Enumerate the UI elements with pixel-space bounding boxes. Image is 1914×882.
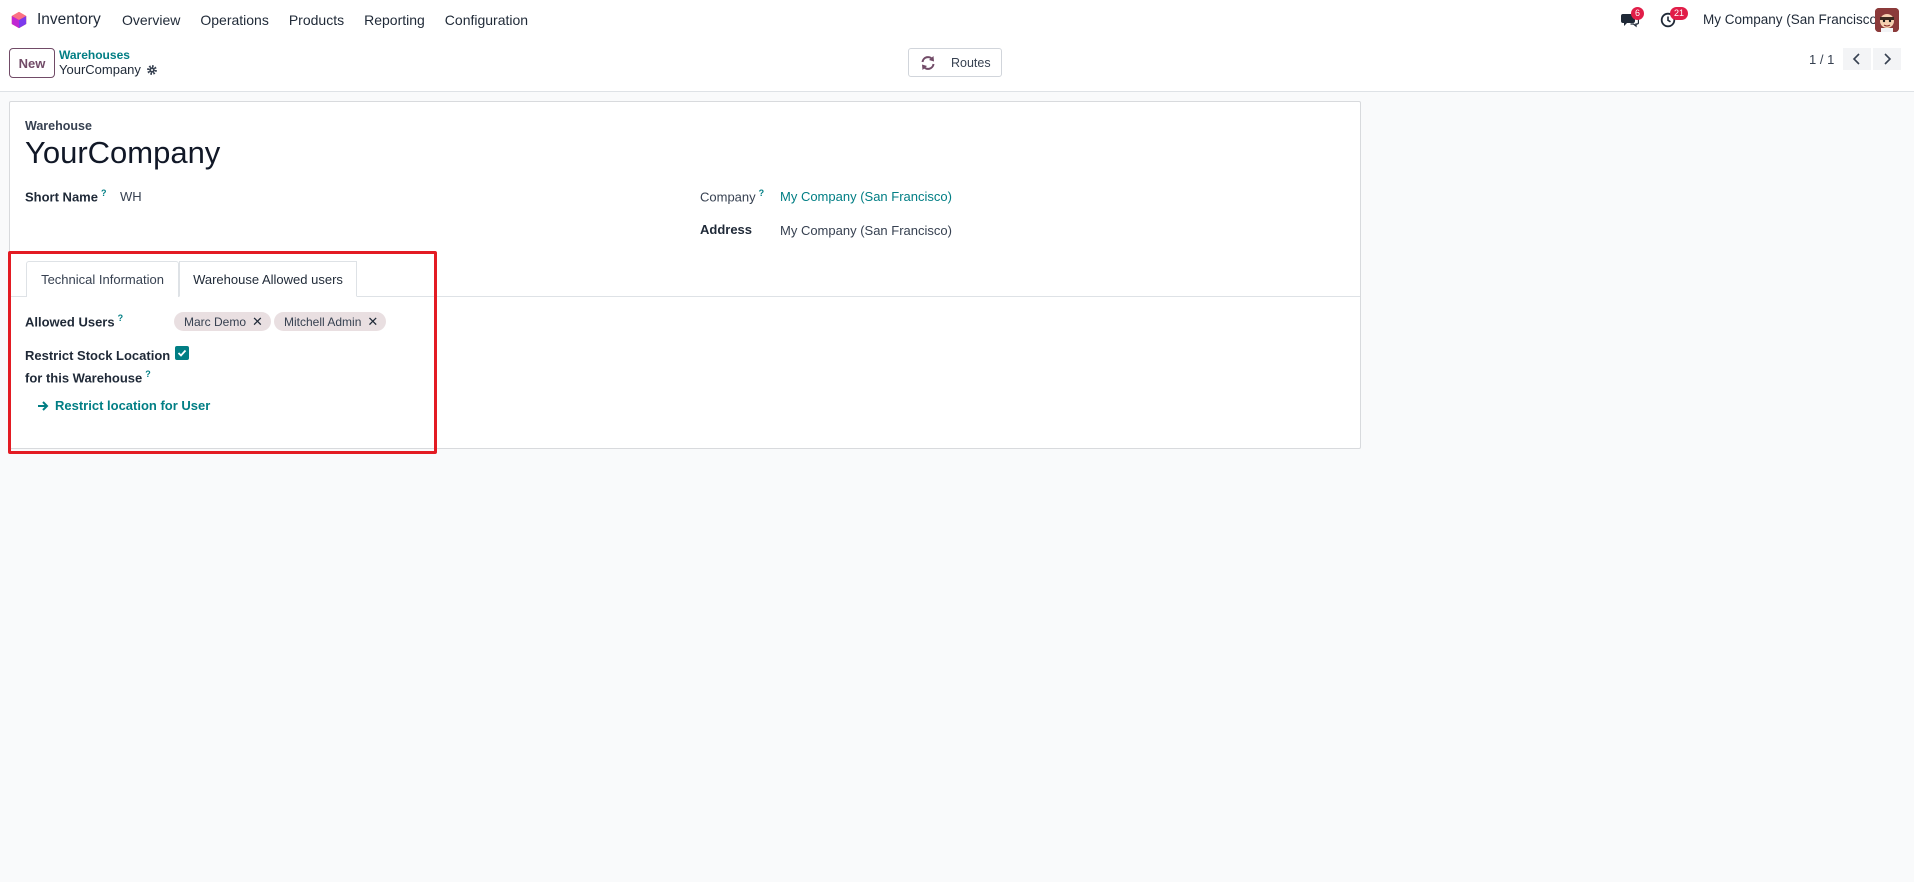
checkmark-icon	[177, 349, 187, 357]
activities-button[interactable]: 21	[1660, 7, 1689, 28]
avatar-face-icon	[1875, 8, 1899, 32]
address-label: Address	[700, 222, 753, 237]
restrict-label-line2: for this Warehouse	[25, 370, 143, 386]
help-icon[interactable]: ?	[101, 188, 107, 198]
menu-overview[interactable]: Overview	[122, 12, 180, 28]
top-navbar: Inventory Overview Operations Products R…	[0, 0, 1914, 39]
breadcrumb-warehouses[interactable]: Warehouses	[59, 48, 130, 62]
pager-previous-button[interactable]	[1843, 48, 1871, 70]
tag-label: Marc Demo	[184, 314, 247, 329]
tag-label: Mitchell Admin	[284, 314, 362, 329]
close-icon[interactable]: ✕	[252, 314, 263, 330]
help-icon[interactable]: ?	[118, 313, 124, 323]
restrict-stock-location-label: Restrict Stock Location for this Warehou…	[25, 346, 170, 387]
inventory-app-icon[interactable]	[10, 11, 28, 29]
activities-badge: 21	[1670, 7, 1689, 20]
menu-reporting[interactable]: Reporting	[364, 12, 425, 28]
short-name-label: Short Name?	[25, 188, 106, 204]
tab-technical-information[interactable]: Technical Information	[26, 261, 179, 297]
chevron-left-icon	[1852, 53, 1860, 65]
company-label: Company?	[700, 188, 764, 204]
gear-icon[interactable]	[146, 64, 158, 76]
help-icon[interactable]: ?	[145, 369, 151, 379]
pager-next-button[interactable]	[1873, 48, 1901, 70]
pager-value[interactable]: 1 / 1	[1809, 52, 1834, 67]
menu-operations[interactable]: Operations	[200, 12, 268, 28]
short-name-value[interactable]: WH	[120, 189, 142, 204]
control-panel: New Warehouses YourCompany Routes 1 / 1	[0, 39, 1914, 92]
allowed-users-label: Allowed Users?	[25, 313, 123, 329]
allowed-users-label-text: Allowed Users	[25, 314, 115, 330]
record-type-label: Warehouse	[25, 119, 92, 133]
chevron-right-icon	[1884, 53, 1892, 65]
restrict-stock-location-checkbox[interactable]	[175, 346, 189, 360]
company-value[interactable]: My Company (San Francisco)	[780, 189, 952, 204]
messages-button[interactable]: 6	[1621, 7, 1645, 28]
close-icon[interactable]: ✕	[367, 314, 378, 330]
messages-badge: 6	[1631, 7, 1645, 20]
arrow-right-icon	[38, 400, 49, 411]
main-menu: Overview Operations Products Reporting C…	[122, 12, 548, 28]
restrict-link-label: Restrict location for User	[55, 398, 211, 413]
restrict-label-line1: Restrict Stock Location	[25, 348, 171, 363]
address-value[interactable]: My Company (San Francisco)	[780, 223, 952, 238]
breadcrumb-current: YourCompany	[59, 62, 141, 77]
user-tag-mitchell-admin: Mitchell Admin ✕	[274, 312, 387, 331]
refresh-icon	[921, 55, 935, 70]
user-avatar[interactable]	[1875, 8, 1899, 32]
routes-button[interactable]: Routes	[908, 48, 1002, 77]
app-name[interactable]: Inventory	[37, 11, 101, 29]
tab-warehouse-allowed-users[interactable]: Warehouse Allowed users	[179, 261, 357, 297]
new-button[interactable]: New	[9, 48, 55, 78]
company-label-text: Company	[700, 189, 756, 205]
user-tag-marc-demo: Marc Demo ✕	[174, 312, 271, 331]
restrict-location-for-user-button[interactable]: Restrict location for User	[37, 398, 210, 413]
form-sheet: Warehouse YourCompany Short Name? WH Com…	[9, 101, 1361, 449]
routes-label: Routes	[951, 55, 991, 70]
short-name-label-text: Short Name	[25, 189, 98, 205]
menu-configuration[interactable]: Configuration	[445, 12, 528, 28]
record-title[interactable]: YourCompany	[25, 135, 220, 171]
help-icon[interactable]: ?	[759, 188, 765, 198]
menu-products[interactable]: Products	[289, 12, 344, 28]
company-switcher[interactable]: My Company (San Francisco)	[1703, 12, 1882, 27]
